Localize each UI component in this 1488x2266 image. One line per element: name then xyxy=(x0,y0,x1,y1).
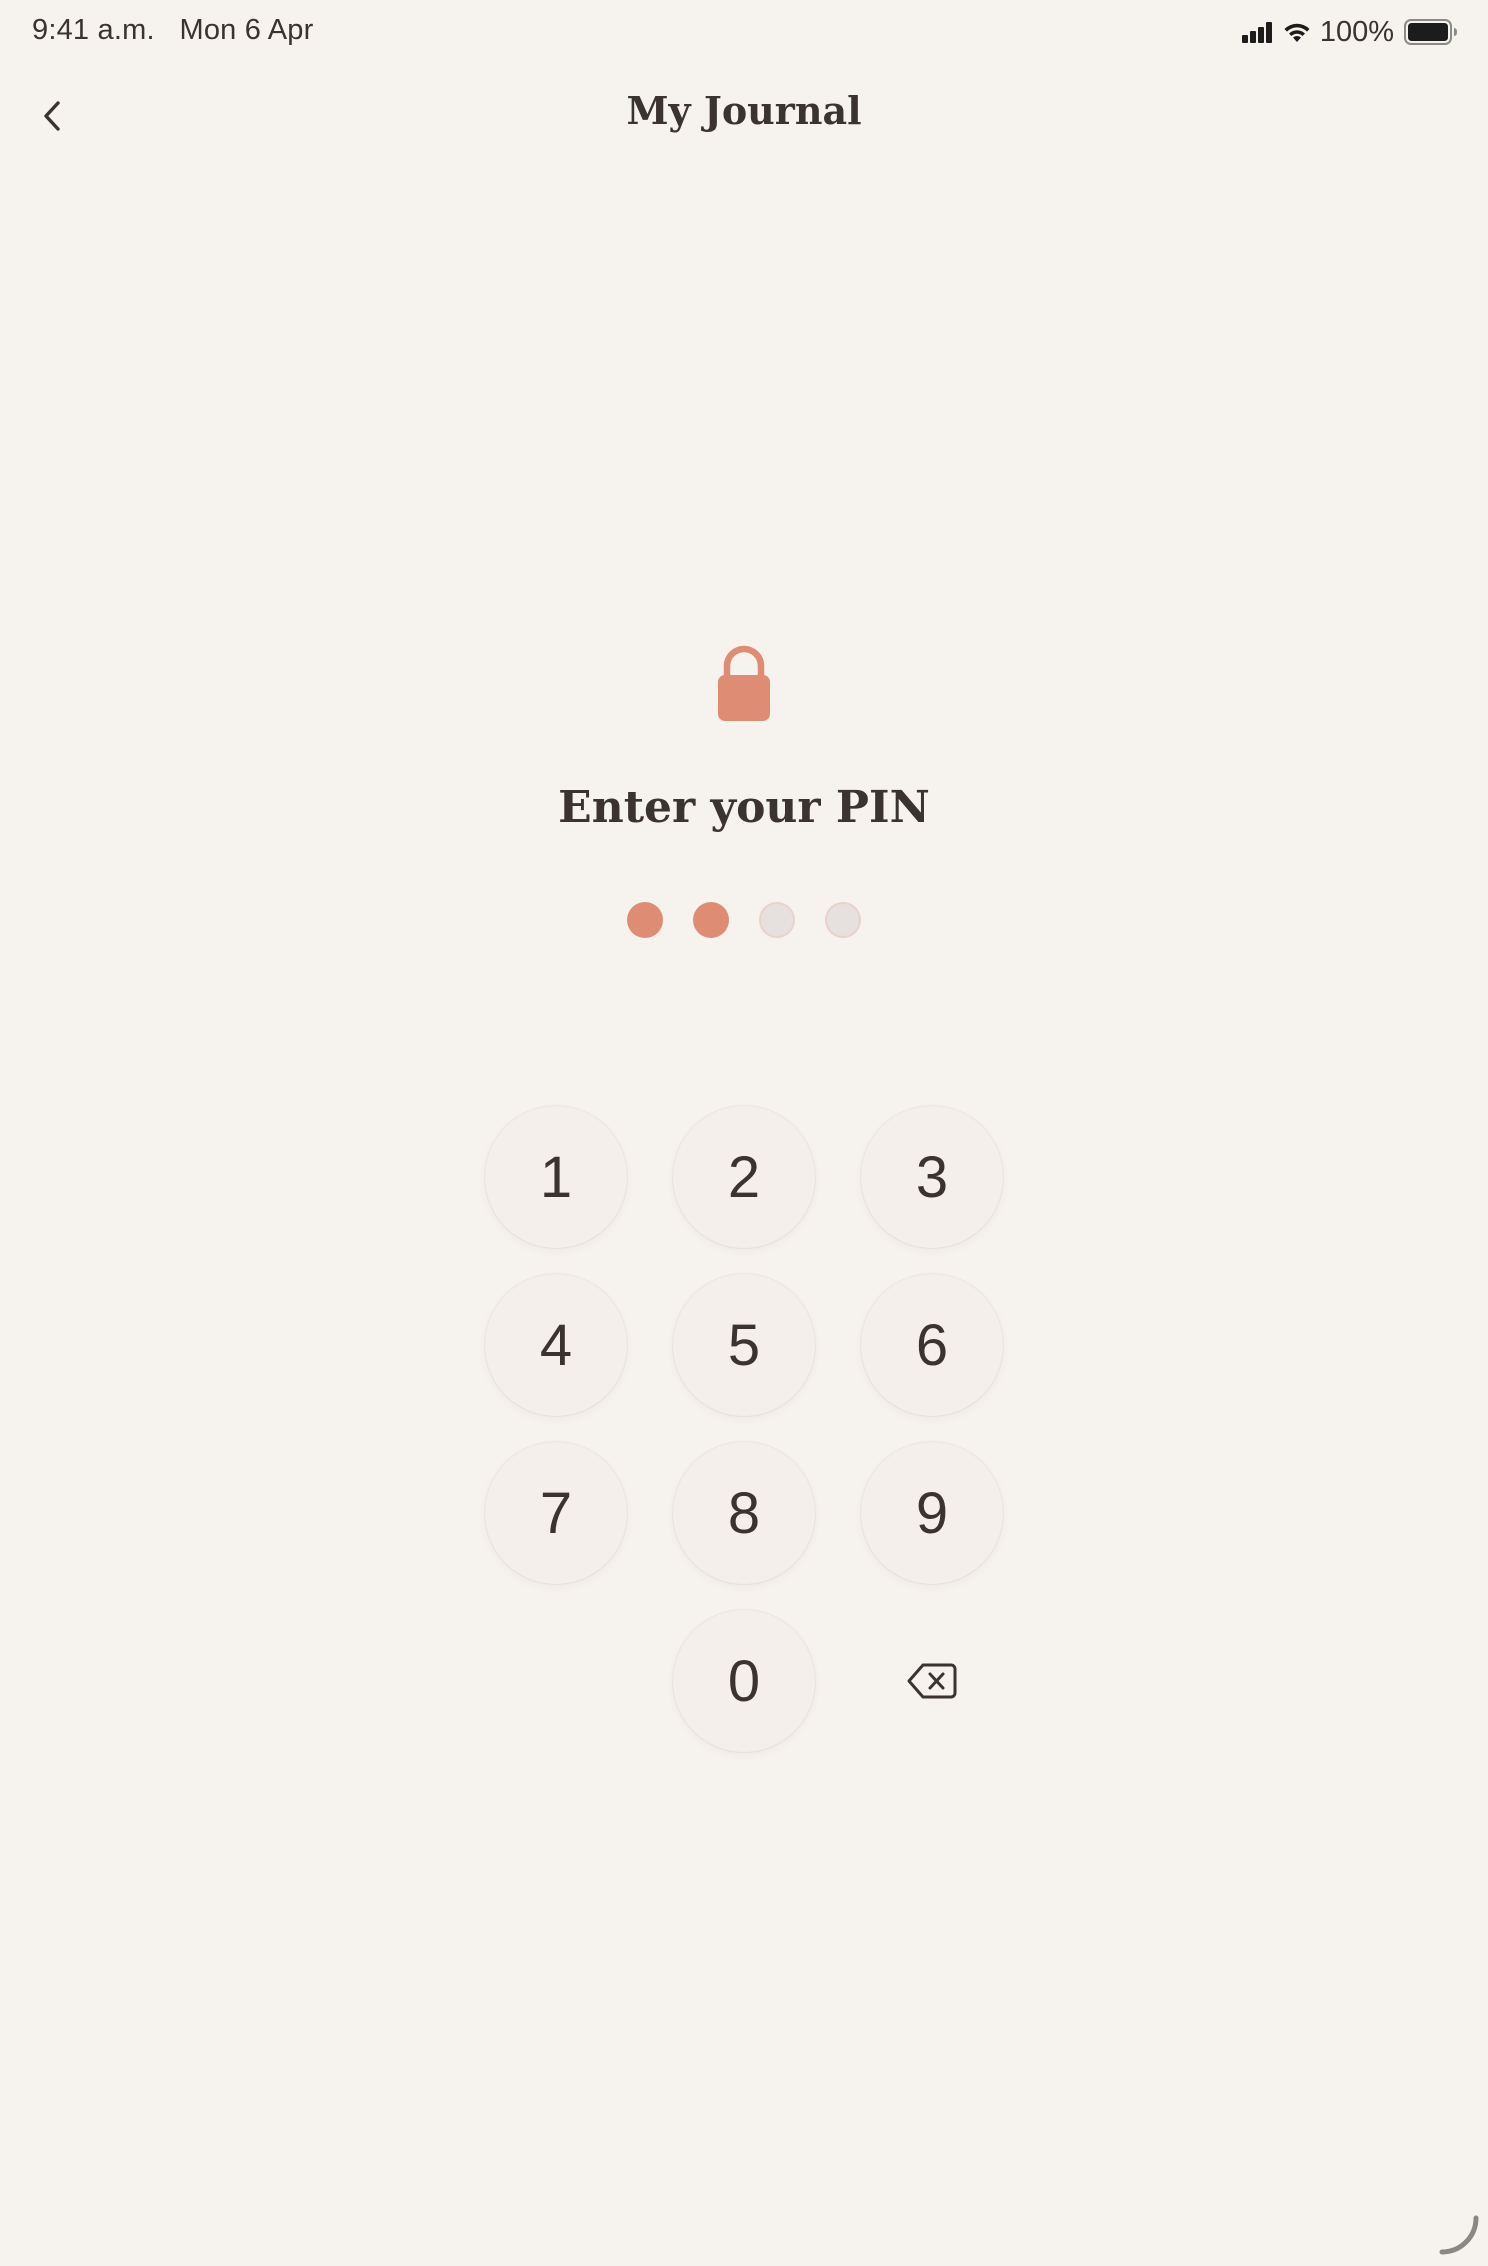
status-indicators: 100% xyxy=(1240,12,1458,52)
pin-dot xyxy=(627,902,663,938)
key-8[interactable]: 8 xyxy=(673,1442,815,1584)
pin-dot xyxy=(825,902,861,938)
resize-handle-icon xyxy=(1439,2215,1479,2255)
key-9[interactable]: 9 xyxy=(861,1442,1003,1584)
key-2[interactable]: 2 xyxy=(673,1106,815,1248)
page-title: My Journal xyxy=(626,88,862,133)
key-3[interactable]: 3 xyxy=(861,1106,1003,1248)
status-bar: 9:41 a.m. Mon 6 Apr 100% xyxy=(0,0,1488,64)
battery-icon xyxy=(1404,19,1457,45)
key-1[interactable]: 1 xyxy=(485,1106,627,1248)
key-6[interactable]: 6 xyxy=(861,1274,1003,1416)
pin-indicator xyxy=(0,902,1488,938)
pin-dot xyxy=(759,902,795,938)
lock-icon xyxy=(718,645,770,721)
battery-percentage: 100% xyxy=(1319,15,1394,48)
delete-button[interactable] xyxy=(861,1610,1003,1752)
status-time-value: 9:41 a.m. xyxy=(32,14,155,46)
pin-dot xyxy=(693,902,729,938)
wifi-icon xyxy=(1284,23,1310,42)
key-0[interactable]: 0 xyxy=(673,1610,815,1752)
key-5[interactable]: 5 xyxy=(673,1274,815,1416)
backspace-icon xyxy=(907,1663,957,1699)
pin-prompt: Enter your PIN xyxy=(558,782,930,833)
keypad-spacer xyxy=(485,1610,627,1752)
key-4[interactable]: 4 xyxy=(485,1274,627,1416)
key-7[interactable]: 7 xyxy=(485,1442,627,1584)
status-date: Mon 6 Apr xyxy=(179,14,314,46)
status-time: 9:41 a.m. Mon 6 Apr xyxy=(32,14,313,47)
cellular-signal-icon xyxy=(1240,21,1272,43)
keypad: 1 2 3 4 5 6 7 8 9 0 xyxy=(485,1106,1003,1752)
